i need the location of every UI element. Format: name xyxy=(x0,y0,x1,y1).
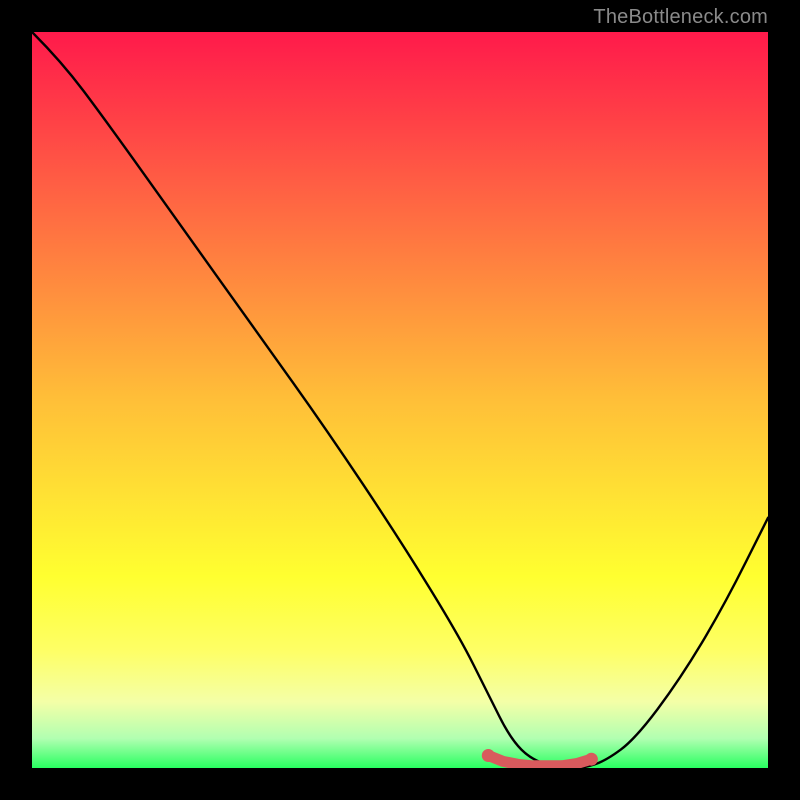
optimal-range-line xyxy=(488,756,591,766)
curve-svg xyxy=(32,32,768,768)
chart-frame: TheBottleneck.com xyxy=(0,0,800,800)
bottleneck-curve xyxy=(32,32,768,768)
optimal-range-endpoint xyxy=(585,753,598,766)
optimal-range-markers xyxy=(482,749,598,766)
watermark-text: TheBottleneck.com xyxy=(593,6,768,29)
optimal-range-endpoint xyxy=(482,749,495,762)
plot-area xyxy=(32,32,768,768)
